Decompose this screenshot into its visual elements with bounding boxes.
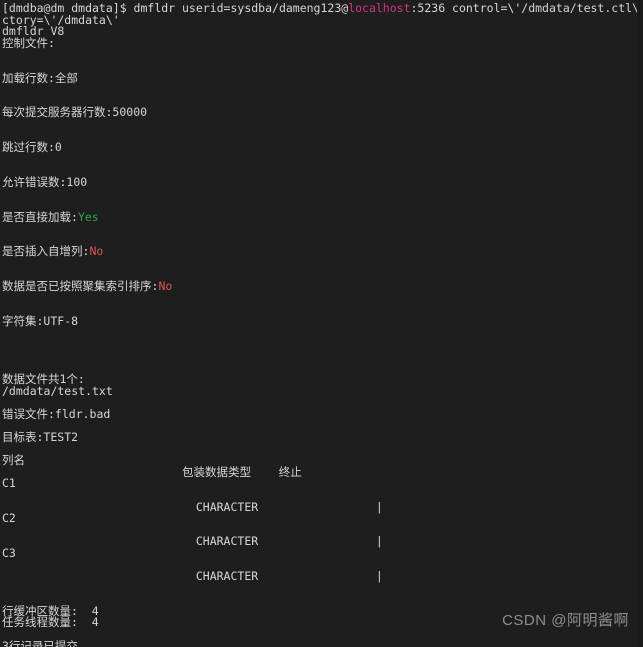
identity-insert-label: 是否插入自增列:	[2, 244, 90, 259]
command-prompt-wrap-line: ctory=\'/dmdata\'	[2, 12, 120, 27]
sorted-by-index-value: No	[158, 279, 173, 294]
column-row-type: CHARACTER |	[2, 499, 383, 514]
column-row-name: C2	[2, 511, 16, 526]
sorted-by-index-label: 数据是否已按照聚集索引排序:	[2, 279, 159, 294]
csdn-watermark: CSDN @阿明酱啊	[502, 612, 629, 630]
direct-load-line: 是否直接加载:Yes	[2, 209, 643, 224]
sorted-by-index-line: 数据是否已按照聚集索引排序:No	[2, 279, 643, 294]
commit-rows-line: 每次提交服务器行数:50000	[2, 105, 148, 120]
bad-file-line: 错误文件:fldr.bad	[2, 406, 111, 421]
datafile-path-line: /dmdata/test.txt	[2, 383, 113, 398]
direct-load-value: Yes	[77, 209, 99, 224]
identity-insert-value: No	[89, 244, 104, 259]
committed-rows-line: 3行记录已提交	[2, 638, 78, 647]
prompt-hostname: localhost	[348, 1, 411, 15]
column-header-type: 包装数据类型 终止	[2, 464, 302, 479]
control-file-label: 控制文件:	[2, 35, 55, 50]
version-line: dmfldr V8	[2, 24, 65, 39]
column-row-name: C1	[2, 476, 16, 491]
terminal-window[interactable]: [dmdba@dm dmdata]$ dmfldr userid=sysdba/…	[0, 0, 643, 647]
load-rows-line: 加载行数:全部	[2, 70, 78, 85]
charset-line: 字符集:UTF-8	[2, 314, 79, 329]
column-row-name: C3	[2, 545, 16, 560]
identity-insert-line: 是否插入自增列:No	[2, 246, 643, 258]
allow-errors-line: 允许错误数:100	[2, 174, 88, 189]
direct-load-label: 是否直接加载:	[2, 209, 78, 224]
prompt-text-post: :5236 control=\'/dmdata/test.ctl\' lob_d…	[410, 1, 643, 15]
target-table-line: 目标表:TEST2	[2, 429, 79, 444]
column-row-type: CHARACTER |	[2, 569, 383, 584]
column-row-type: CHARACTER |	[2, 534, 383, 549]
skip-rows-line: 跳过行数:0	[2, 140, 62, 155]
